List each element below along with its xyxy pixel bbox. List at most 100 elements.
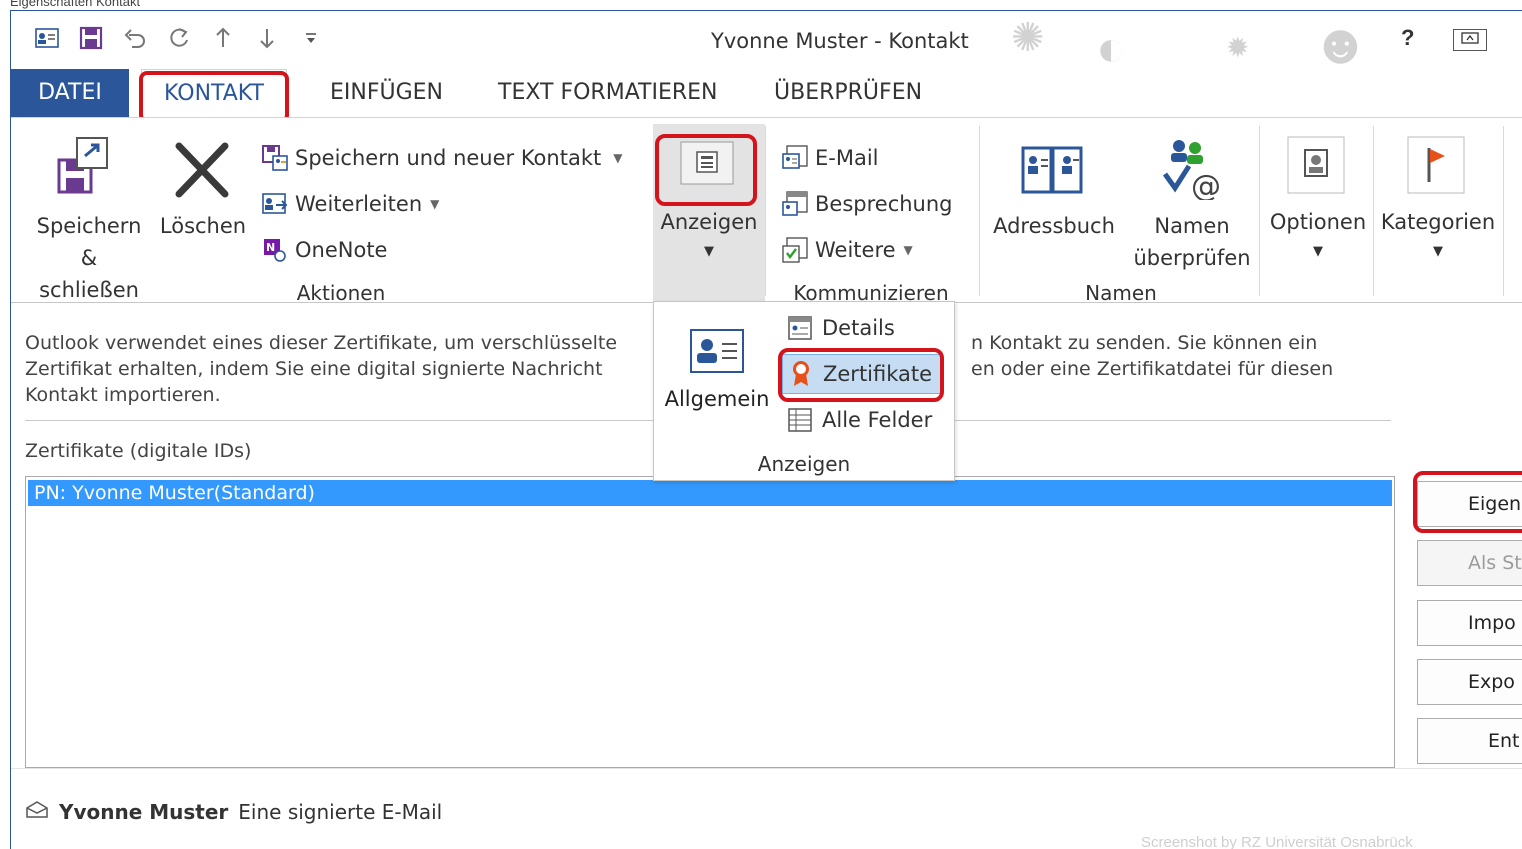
watermark: Screenshot by RZ Universität Osnabrück xyxy=(1141,834,1413,849)
options-button[interactable]: Optionen xyxy=(1263,206,1373,238)
check-names-icon[interactable]: @ xyxy=(1159,138,1223,205)
top-caption: Eigenschaften Kontakt xyxy=(10,0,141,9)
set-default-button: Als Star xyxy=(1417,540,1522,586)
export-button[interactable]: Expo xyxy=(1417,659,1522,705)
group-label-namen: Namen xyxy=(1085,281,1157,305)
certificate-row-selected[interactable]: PN: Yvonne Muster(Standard) xyxy=(28,480,1392,506)
group-separator xyxy=(1373,126,1374,296)
ribbon-display-options-button[interactable] xyxy=(1453,29,1487,51)
save-new-label: Speichern und neuer Kontakt xyxy=(295,146,602,170)
addressbook-button[interactable]: Adressbuch xyxy=(991,210,1117,242)
check-names-label-1: Namen xyxy=(1154,214,1230,238)
more-button[interactable]: Weitere ▼ xyxy=(781,230,913,270)
crab-decoration-icon: ✺ xyxy=(1011,16,1045,60)
group-label-aktionen: Aktionen xyxy=(296,281,386,305)
title-bar: Yvonne Muster - Kontakt ✺ ◐ ✹ ☻ ? xyxy=(11,11,1522,76)
view-all-fields-label: Alle Felder xyxy=(822,408,933,432)
save-close-label-1: Speichern xyxy=(36,214,142,238)
octopus-decoration-icon: ☻ xyxy=(1311,12,1370,75)
view-general-label: Allgemein xyxy=(664,387,770,411)
info-line-1-continued: n Kontakt zu senden. Sie können ein xyxy=(971,332,1318,354)
group-separator xyxy=(979,126,980,296)
save-close-icon[interactable] xyxy=(57,136,111,201)
more-label: Weitere xyxy=(815,238,896,262)
save-close-button[interactable]: Speichern & schließen xyxy=(29,210,149,306)
svg-text:N: N xyxy=(266,241,275,254)
view-general-option[interactable]: Allgemein xyxy=(662,312,772,432)
tab-ueberpruefen[interactable]: ÜBERPRÜFEN xyxy=(774,69,922,117)
redo-icon[interactable] xyxy=(157,23,201,53)
certificates-highlight-marker xyxy=(778,348,944,402)
meeting-button[interactable]: Besprechung xyxy=(781,184,953,224)
all-fields-icon xyxy=(786,406,814,434)
certificates-list[interactable]: PN: Yvonne Muster(Standard) xyxy=(25,476,1395,768)
undo-icon[interactable] xyxy=(113,23,157,53)
top-caption-strip: Eigenschaften Kontakt xyxy=(0,0,1522,10)
tab-text-formatieren[interactable]: TEXT FORMATIEREN xyxy=(498,69,718,117)
group-separator xyxy=(1259,126,1260,296)
general-view-icon xyxy=(690,329,744,373)
view-details-option[interactable]: Details xyxy=(782,308,895,348)
view-all-fields-option[interactable]: Alle Felder xyxy=(782,400,932,440)
ribbon: Speichern & schließen Löschen Speichern … xyxy=(11,117,1522,306)
crab-small-decoration-icon: ✹ xyxy=(1226,32,1250,63)
forward-button[interactable]: Weiterleiten ▼ xyxy=(261,184,439,224)
forward-dropdown-icon: ▼ xyxy=(430,197,440,211)
email-button[interactable]: E-Mail xyxy=(781,138,879,178)
forward-label: Weiterleiten xyxy=(295,192,423,216)
customize-icon[interactable] xyxy=(289,23,333,53)
footer-divider xyxy=(11,768,1522,769)
save-new-icon xyxy=(261,144,289,172)
down-arrow-icon[interactable] xyxy=(245,23,289,53)
group-separator xyxy=(1503,126,1504,296)
envelope-icon xyxy=(25,800,49,824)
up-arrow-icon[interactable] xyxy=(201,23,245,53)
email-label: E-Mail xyxy=(815,146,879,170)
properties-highlight-marker xyxy=(1413,471,1522,533)
group-separator xyxy=(765,126,766,296)
onenote-button[interactable]: N OneNote xyxy=(261,230,387,270)
tab-datei[interactable]: DATEI xyxy=(11,69,129,117)
info-line-2-continued: en oder eine Zertifikatdatei für diesen xyxy=(971,358,1334,380)
categories-icon[interactable] xyxy=(1407,136,1465,199)
delete-button[interactable]: Löschen xyxy=(153,210,253,242)
options-dropdown-icon[interactable]: ▼ xyxy=(1263,236,1373,268)
footer-contact-name: Yvonne Muster xyxy=(59,800,229,824)
forward-icon xyxy=(261,190,289,218)
tab-einfuegen[interactable]: EINFÜGEN xyxy=(330,69,443,117)
remove-button[interactable]: Ent xyxy=(1417,718,1522,764)
more-icon xyxy=(781,236,809,264)
onenote-icon: N xyxy=(261,236,289,264)
anzeigen-button[interactable]: Anzeigen xyxy=(653,206,765,238)
save-close-label-2: & schließen xyxy=(39,246,139,302)
save-icon[interactable] xyxy=(69,23,113,53)
categories-dropdown-icon[interactable]: ▼ xyxy=(1377,236,1499,268)
tab-highlight-marker xyxy=(139,71,289,123)
more-dropdown-icon: ▼ xyxy=(903,243,913,257)
check-names-label-2: überprüfen xyxy=(1133,246,1251,270)
options-icon[interactable] xyxy=(1287,136,1345,199)
anzeigen-dropdown-menu: Allgemein Details Zertifikate Alle Felde… xyxy=(653,301,955,481)
save-new-dropdown-icon[interactable]: ▼ xyxy=(613,151,622,165)
contact-window: Yvonne Muster - Kontakt ✺ ◐ ✹ ☻ ? DATEI … xyxy=(10,10,1522,849)
categories-button[interactable]: Kategorien xyxy=(1377,206,1499,238)
svg-text:@: @ xyxy=(1191,169,1221,200)
certificates-list-label: Zertifikate (digitale IDs) xyxy=(25,440,252,462)
import-button[interactable]: Impo xyxy=(1417,600,1522,646)
details-icon xyxy=(786,314,814,342)
addressbook-icon[interactable] xyxy=(1021,144,1085,203)
meeting-icon xyxy=(781,190,809,218)
dropdown-group-label: Anzeigen xyxy=(757,452,851,476)
save-new-contact-button[interactable]: Speichern und neuer Kontakt ▼ xyxy=(261,138,622,178)
anzeigen-dropdown-icon[interactable]: ▼ xyxy=(653,236,765,268)
email-icon xyxy=(781,144,809,172)
onenote-label: OneNote xyxy=(295,238,388,262)
window-title: Yvonne Muster - Kontakt xyxy=(711,29,969,53)
help-button[interactable]: ? xyxy=(1401,25,1414,51)
check-names-button[interactable]: Namen überprüfen xyxy=(1127,210,1257,274)
meeting-label: Besprechung xyxy=(815,192,953,216)
footer-message: Eine signierte E-Mail xyxy=(238,800,443,824)
delete-x-icon[interactable] xyxy=(173,142,231,203)
contact-card-icon[interactable] xyxy=(25,23,69,53)
quick-access-toolbar xyxy=(25,23,333,53)
